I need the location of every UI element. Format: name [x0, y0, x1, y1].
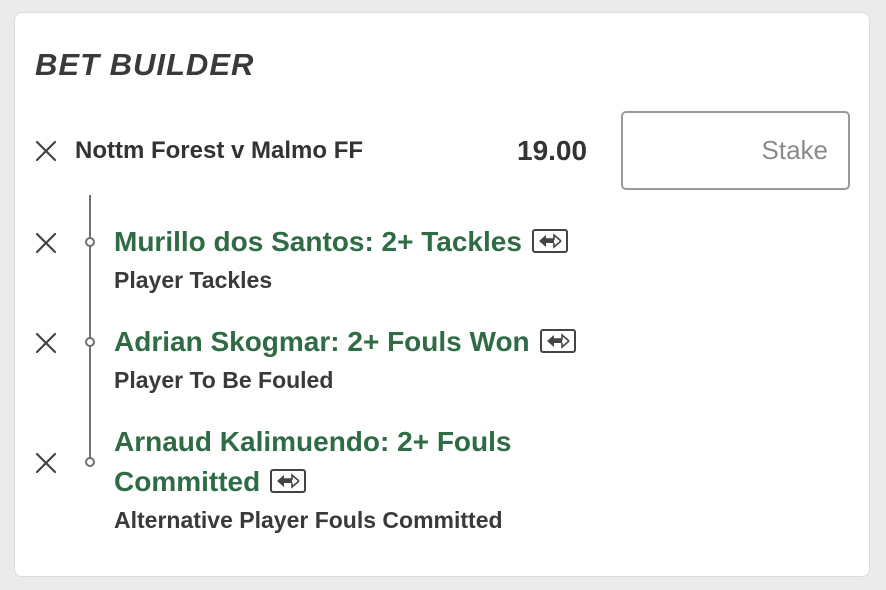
- selection-name-text: Arnaud Kalimuendo: 2+ Fouls: [114, 426, 512, 457]
- selection-name: Murillo dos Santos: 2+ Tackles: [114, 222, 674, 262]
- selection-name-text: Adrian Skogmar: 2+ Fouls Won: [114, 326, 530, 357]
- close-icon: [35, 140, 57, 162]
- remove-selection-button[interactable]: [35, 332, 57, 354]
- selection-name-text-line2: Committed: [114, 466, 261, 497]
- stake-input[interactable]: [621, 111, 850, 190]
- timeline-node: [85, 457, 95, 467]
- selection-market: Player To Be Fouled: [114, 367, 334, 393]
- bet-builder-card: BET BUILDER Nottm Forest v Malmo FF 19.0…: [14, 12, 870, 577]
- close-icon: [35, 452, 57, 474]
- timeline-node: [85, 237, 95, 247]
- selection-timeline: [89, 195, 91, 463]
- remove-selection-button[interactable]: [35, 232, 57, 254]
- selection-name: Adrian Skogmar: 2+ Fouls Won: [114, 322, 674, 362]
- swap-icon[interactable]: [539, 328, 576, 353]
- timeline-node: [85, 337, 95, 347]
- selection-name: Arnaud Kalimuendo: 2+ Fouls Committed: [114, 422, 674, 502]
- swap-icon[interactable]: [531, 228, 568, 253]
- selection-name-text: Murillo dos Santos: 2+ Tackles: [114, 226, 522, 257]
- close-icon: [35, 332, 57, 354]
- event-name: Nottm Forest v Malmo FF: [75, 137, 364, 164]
- selection-market: Alternative Player Fouls Committed: [114, 507, 503, 533]
- remove-selection-button[interactable]: [35, 452, 57, 474]
- bet-builder-title: BET BUILDER: [35, 47, 255, 82]
- event-odds: 19.00: [517, 135, 588, 166]
- remove-event-button[interactable]: [35, 140, 57, 162]
- selection-market: Player Tackles: [114, 267, 273, 293]
- swap-icon[interactable]: [270, 468, 307, 493]
- close-icon: [35, 232, 57, 254]
